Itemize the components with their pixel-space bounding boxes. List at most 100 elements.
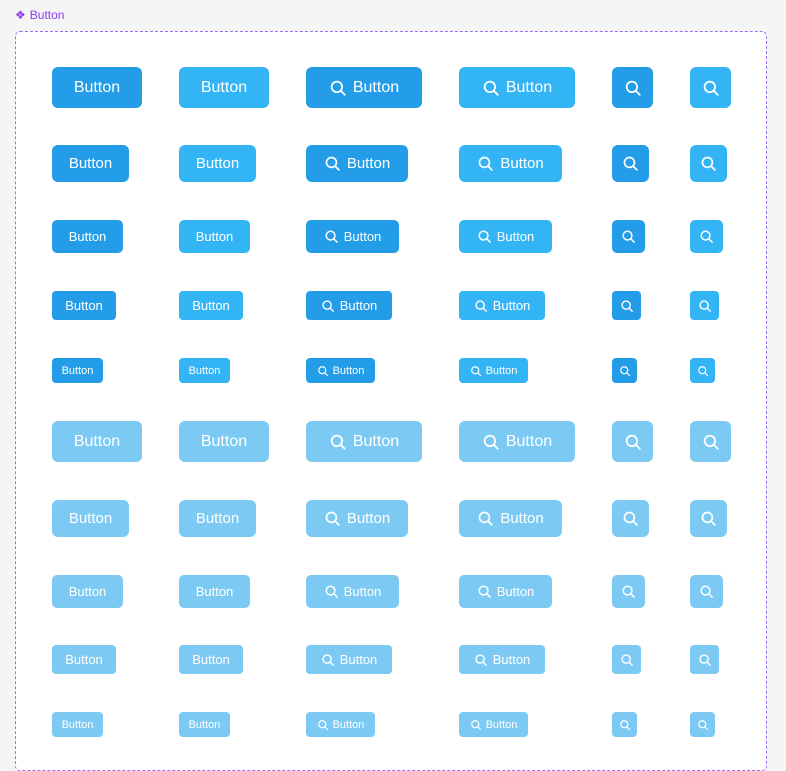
component-icon: ❖ bbox=[15, 8, 26, 22]
button-enabled-sm-primary-icon[interactable] bbox=[612, 291, 641, 320]
button-label: Button bbox=[73, 78, 121, 96]
button-enabled-xs-secondary-icon-text[interactable]: Button bbox=[459, 358, 528, 383]
button-enabled-xl-primary-icon-text[interactable]: Button bbox=[306, 67, 422, 108]
search-icon bbox=[324, 584, 339, 599]
button-enabled-lg-secondary-text[interactable]: Button bbox=[179, 145, 256, 182]
button-label: Button bbox=[343, 584, 382, 599]
button-disabled-sm-secondary-icon[interactable] bbox=[690, 645, 719, 674]
button-label: Button bbox=[332, 364, 365, 377]
button-disabled-xs-primary-icon-text[interactable]: Button bbox=[306, 712, 375, 737]
button-disabled-xs-secondary-icon-text[interactable]: Button bbox=[459, 712, 528, 737]
button-disabled-lg-primary-icon-text[interactable]: Button bbox=[306, 500, 408, 537]
button-label: Button bbox=[200, 432, 248, 450]
button-disabled-xl-secondary-text[interactable]: Button bbox=[179, 421, 269, 462]
search-icon bbox=[482, 433, 500, 451]
button-enabled-md-secondary-icon-text[interactable]: Button bbox=[459, 220, 552, 253]
button-disabled-md-secondary-icon[interactable] bbox=[690, 575, 723, 608]
button-enabled-xl-secondary-icon[interactable] bbox=[690, 67, 731, 108]
search-icon bbox=[321, 653, 335, 667]
button-enabled-lg-primary-icon-text[interactable]: Button bbox=[306, 145, 408, 182]
button-enabled-sm-primary-text[interactable]: Button bbox=[52, 291, 116, 320]
search-icon bbox=[697, 365, 709, 377]
button-disabled-xl-primary-icon-text[interactable]: Button bbox=[306, 421, 422, 462]
button-label: Button bbox=[192, 652, 230, 667]
button-disabled-sm-primary-icon[interactable] bbox=[612, 645, 641, 674]
search-icon bbox=[621, 229, 636, 244]
button-enabled-xl-primary-text[interactable]: Button bbox=[52, 67, 142, 108]
button-label: Button bbox=[485, 364, 518, 377]
button-disabled-xl-primary-icon[interactable] bbox=[612, 421, 653, 462]
search-icon bbox=[624, 433, 642, 451]
button-disabled-xs-primary-text[interactable]: Button bbox=[52, 712, 103, 737]
button-disabled-xs-secondary-icon[interactable] bbox=[690, 712, 715, 737]
button-disabled-xs-secondary-text[interactable]: Button bbox=[179, 712, 230, 737]
button-enabled-sm-secondary-text[interactable]: Button bbox=[179, 291, 243, 320]
button-label: Button bbox=[492, 652, 531, 667]
button-enabled-lg-primary-icon[interactable] bbox=[612, 145, 649, 182]
button-enabled-xl-secondary-text[interactable]: Button bbox=[179, 67, 269, 108]
button-enabled-xs-primary-icon-text[interactable]: Button bbox=[306, 358, 375, 383]
button-enabled-sm-primary-icon-text[interactable]: Button bbox=[306, 291, 392, 320]
button-label: Button bbox=[500, 155, 544, 172]
button-label: Button bbox=[346, 510, 391, 527]
button-disabled-sm-secondary-icon-text[interactable]: Button bbox=[459, 645, 545, 674]
button-enabled-xs-secondary-icon[interactable] bbox=[690, 358, 715, 383]
button-label: Button bbox=[65, 652, 103, 667]
button-label: Button bbox=[68, 584, 107, 599]
button-disabled-md-secondary-icon-text[interactable]: Button bbox=[459, 575, 552, 608]
button-label: Button bbox=[496, 229, 535, 244]
button-disabled-xl-secondary-icon-text[interactable]: Button bbox=[459, 421, 575, 462]
button-disabled-xl-secondary-icon[interactable] bbox=[690, 421, 731, 462]
search-icon bbox=[324, 155, 341, 172]
button-label: Button bbox=[195, 229, 234, 244]
button-label: Button bbox=[332, 718, 365, 731]
button-label: Button bbox=[73, 432, 121, 450]
button-disabled-md-primary-icon[interactable] bbox=[612, 575, 645, 608]
button-disabled-xl-primary-text[interactable]: Button bbox=[52, 421, 142, 462]
button-enabled-md-secondary-text[interactable]: Button bbox=[179, 220, 250, 253]
button-label: Button bbox=[195, 584, 234, 599]
button-disabled-lg-primary-icon[interactable] bbox=[612, 500, 649, 537]
button-disabled-lg-secondary-text[interactable]: Button bbox=[179, 500, 256, 537]
search-icon bbox=[702, 433, 720, 451]
search-icon bbox=[321, 299, 335, 313]
button-disabled-md-secondary-text[interactable]: Button bbox=[179, 575, 250, 608]
button-disabled-sm-primary-icon-text[interactable]: Button bbox=[306, 645, 392, 674]
button-enabled-md-primary-icon[interactable] bbox=[612, 220, 645, 253]
button-disabled-lg-secondary-icon[interactable] bbox=[690, 500, 727, 537]
button-enabled-md-primary-icon-text[interactable]: Button bbox=[306, 220, 399, 253]
search-icon bbox=[470, 719, 482, 731]
button-enabled-xs-primary-icon[interactable] bbox=[612, 358, 637, 383]
button-disabled-xs-primary-icon[interactable] bbox=[612, 712, 637, 737]
button-disabled-sm-primary-text[interactable]: Button bbox=[52, 645, 116, 674]
button-disabled-lg-secondary-icon-text[interactable]: Button bbox=[459, 500, 562, 537]
search-icon bbox=[699, 584, 714, 599]
button-enabled-lg-primary-text[interactable]: Button bbox=[52, 145, 129, 182]
button-label: Button bbox=[68, 229, 107, 244]
button-enabled-xs-secondary-text[interactable]: Button bbox=[179, 358, 230, 383]
button-enabled-lg-secondary-icon[interactable] bbox=[690, 145, 727, 182]
search-icon bbox=[477, 229, 492, 244]
button-label: Button bbox=[61, 364, 94, 377]
button-enabled-sm-secondary-icon[interactable] bbox=[690, 291, 719, 320]
search-icon bbox=[329, 79, 347, 97]
button-disabled-md-primary-text[interactable]: Button bbox=[52, 575, 123, 608]
button-enabled-xl-primary-icon[interactable] bbox=[612, 67, 653, 108]
button-label: Button bbox=[343, 229, 382, 244]
search-icon bbox=[699, 229, 714, 244]
search-icon bbox=[477, 584, 492, 599]
button-disabled-lg-primary-text[interactable]: Button bbox=[52, 500, 129, 537]
button-enabled-xs-primary-text[interactable]: Button bbox=[52, 358, 103, 383]
button-label: Button bbox=[485, 718, 518, 731]
button-label: Button bbox=[195, 155, 240, 172]
search-icon bbox=[477, 155, 494, 172]
search-icon bbox=[698, 653, 712, 667]
button-enabled-md-secondary-icon[interactable] bbox=[690, 220, 723, 253]
button-enabled-sm-secondary-icon-text[interactable]: Button bbox=[459, 291, 545, 320]
button-disabled-sm-secondary-text[interactable]: Button bbox=[179, 645, 243, 674]
button-disabled-md-primary-icon-text[interactable]: Button bbox=[306, 575, 399, 608]
search-icon bbox=[622, 155, 639, 172]
button-enabled-lg-secondary-icon-text[interactable]: Button bbox=[459, 145, 562, 182]
button-enabled-md-primary-text[interactable]: Button bbox=[52, 220, 123, 253]
button-enabled-xl-secondary-icon-text[interactable]: Button bbox=[459, 67, 575, 108]
